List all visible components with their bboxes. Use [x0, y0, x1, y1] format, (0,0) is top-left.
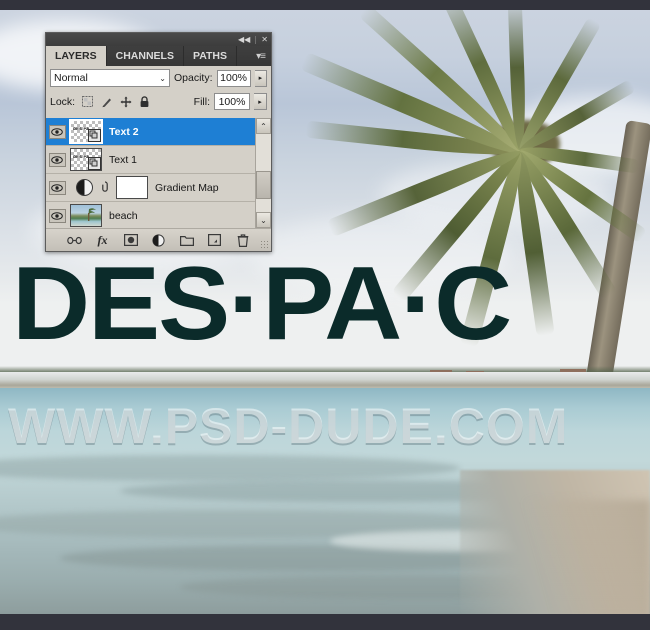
layer-row-beach[interactable]: beach [46, 202, 271, 228]
panel-tabbar: LAYERS CHANNELS PATHS ▾≡ [46, 46, 271, 66]
fill-input[interactable]: 100% [214, 93, 250, 110]
scrollbar-track[interactable] [256, 134, 271, 212]
layer-thumbnail[interactable]: DES PA [70, 148, 102, 171]
layer-name: Text 1 [109, 153, 138, 166]
blend-mode-value: Normal [54, 72, 88, 84]
panel-titlebar: ◀◀ ✕ [46, 33, 271, 46]
layer-thumbnail-text: DES PA [73, 154, 90, 159]
tab-paths[interactable]: PATHS [184, 46, 238, 66]
blend-mode-select[interactable]: Normal ⌄ [50, 69, 170, 87]
scroll-up-arrow-icon[interactable]: ⌃ [256, 118, 271, 134]
layer-name: Text 2 [109, 125, 139, 138]
lock-icons [81, 95, 151, 108]
layer-mask-thumbnail[interactable] [116, 176, 148, 199]
lock-label: Lock: [50, 95, 76, 108]
transparent-pixels-lock-icon[interactable] [81, 95, 94, 108]
gradient-map-adjustment-icon[interactable] [76, 179, 93, 196]
link-layers-icon[interactable] [67, 233, 82, 248]
close-icon[interactable]: ✕ [261, 35, 268, 44]
letterbox-top [0, 0, 650, 10]
scrollbar-thumb[interactable] [256, 171, 271, 200]
eye-icon [48, 124, 66, 139]
new-group-icon[interactable] [179, 233, 194, 248]
image-pixels-lock-icon[interactable] [100, 95, 113, 108]
layer-visibility-toggle[interactable] [46, 208, 68, 223]
scroll-down-arrow-icon[interactable]: ⌄ [256, 212, 271, 228]
new-adjustment-icon[interactable] [151, 233, 166, 248]
layer-thumbnail-text: DES PA [73, 126, 90, 131]
layer-thumbnail[interactable] [70, 204, 102, 227]
panel-bottom-toolbar: fx [46, 228, 271, 251]
layer-name: Gradient Map [155, 181, 219, 194]
watermark: WWW.PSD-DUDE.COM [8, 398, 569, 454]
letterbox-bottom [0, 614, 650, 630]
add-layer-mask-icon[interactable] [123, 233, 138, 248]
titlebar-divider [255, 35, 257, 44]
fill-label: Fill: [193, 95, 210, 108]
layer-row-gradient-map[interactable]: Gradient Map [46, 174, 271, 202]
mask-link-icon[interactable] [99, 181, 111, 194]
collapse-icon[interactable]: ◀◀ [238, 35, 250, 44]
layer-list: DES PA Text 2 DES PA Text 1 Gradient Map… [46, 118, 271, 228]
eye-icon [48, 180, 66, 195]
opacity-input[interactable]: 100% [216, 69, 251, 87]
opacity-spinner-icon[interactable]: ▸ [254, 69, 267, 87]
panel-resize-grip[interactable] [260, 240, 268, 248]
layer-visibility-toggle[interactable] [46, 152, 68, 167]
layer-thumbnail[interactable]: DES PA [69, 119, 103, 144]
layer-visibility-toggle[interactable] [46, 124, 68, 139]
fill-spinner-icon[interactable]: ▸ [254, 93, 267, 110]
new-layer-icon[interactable] [207, 233, 222, 248]
blend-mode-row: Normal ⌄ Opacity: 100% ▸ [46, 66, 271, 90]
wet-sand [500, 500, 650, 620]
lock-row: Lock: Fill: 100% ▸ [46, 90, 271, 113]
layers-panel: ◀◀ ✕ LAYERS CHANNELS PATHS ▾≡ Normal ⌄ O… [45, 32, 272, 252]
all-lock-icon[interactable] [138, 95, 151, 108]
panel-menu-icon[interactable]: ▾≡ [250, 46, 271, 66]
layer-row-text-2[interactable]: DES PA Text 2 [46, 118, 271, 146]
smart-object-badge-icon [88, 129, 101, 142]
smart-object-badge-icon [88, 157, 101, 170]
eye-icon [48, 208, 66, 223]
delete-layer-icon[interactable] [235, 233, 250, 248]
layer-style-fx-icon[interactable]: fx [95, 233, 110, 248]
layer-row-text-1[interactable]: DES PA Text 1 [46, 146, 271, 174]
headline-text: DES·PA·C [12, 246, 512, 362]
layer-name: beach [109, 209, 138, 222]
tab-layers[interactable]: LAYERS [46, 46, 107, 66]
layer-list-scrollbar[interactable]: ⌃ ⌄ [255, 118, 271, 228]
layer-visibility-toggle[interactable] [46, 180, 68, 195]
tab-channels[interactable]: CHANNELS [107, 46, 184, 66]
eye-icon [48, 152, 66, 167]
opacity-label: Opacity: [174, 72, 213, 84]
chevron-down-icon: ⌄ [159, 73, 166, 83]
position-lock-icon[interactable] [119, 95, 132, 108]
